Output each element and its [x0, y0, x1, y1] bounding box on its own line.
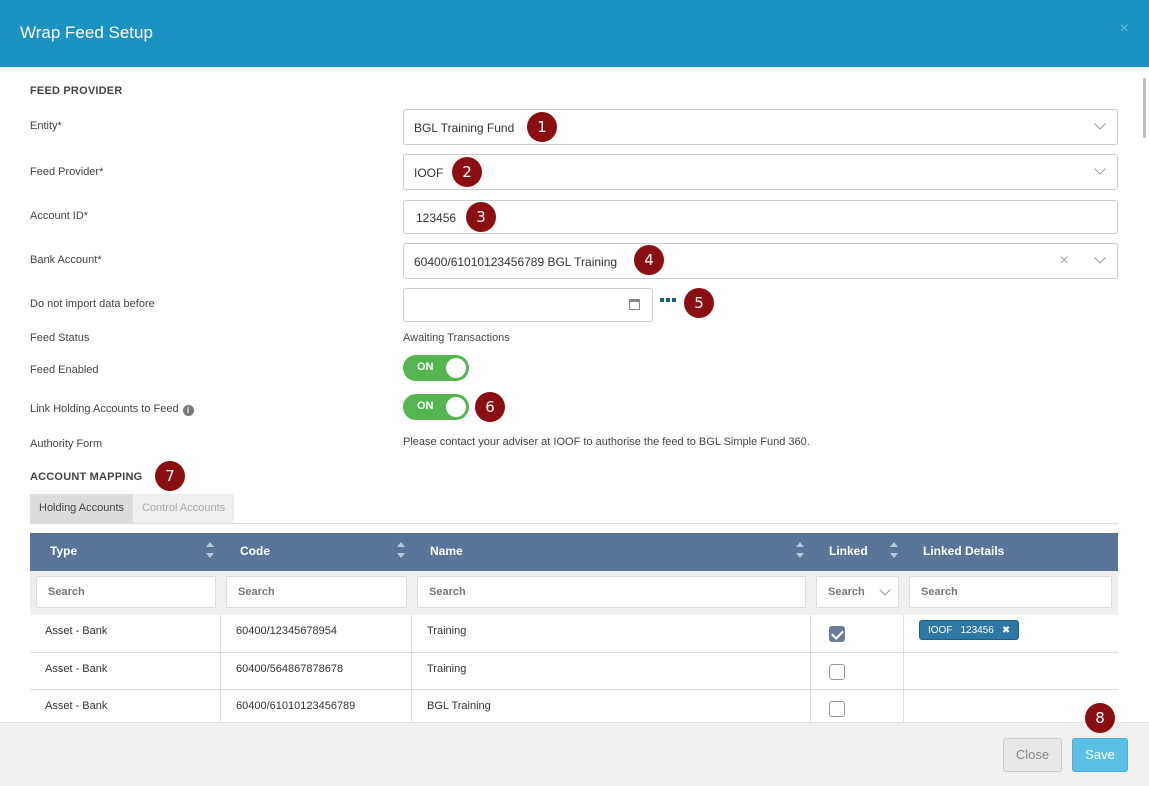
linked-checkbox[interactable]: [829, 664, 845, 680]
cell-name: Training: [412, 615, 811, 652]
linked-checkbox[interactable]: [829, 626, 845, 642]
toggle-state: ON: [417, 361, 434, 373]
code-search-input[interactable]: Search: [226, 576, 407, 608]
authority-form-text: Please contact your adviser at IOOF to a…: [403, 436, 810, 448]
cell-linked: [811, 653, 904, 689]
chevron-down-icon[interactable]: [1095, 120, 1105, 130]
account-id-input[interactable]: 123456: [403, 200, 1118, 234]
entity-select[interactable]: BGL Training Fund: [403, 109, 1118, 145]
callout-badge-5: 5: [684, 288, 714, 318]
toggle-state: ON: [417, 400, 434, 412]
table-row: Asset - Bank 60400/564867878678 Training: [30, 653, 1118, 690]
chevron-down-icon[interactable]: [1095, 254, 1105, 264]
entity-value: BGL Training Fund: [414, 121, 515, 135]
dialog-footer: Close Save: [0, 722, 1149, 786]
callout-badge-3: 3: [466, 202, 496, 232]
cell-name: BGL Training: [412, 690, 811, 722]
clear-icon[interactable]: ×: [1060, 252, 1069, 270]
authority-form-label: Authority Form: [30, 438, 103, 450]
feed-enabled-toggle[interactable]: ON: [403, 355, 469, 381]
chevron-down-icon[interactable]: [880, 586, 890, 596]
callout-badge-8: 8: [1085, 703, 1115, 733]
cell-linked-details: IOOF 123456 ✖: [904, 615, 1118, 652]
bank-account-label: Bank Account*: [30, 254, 102, 266]
import-before-label: Do not import data before: [30, 298, 155, 310]
link-holding-toggle[interactable]: ON: [403, 394, 469, 420]
account-id-value: 123456: [416, 211, 457, 225]
feed-provider-value: IOOF: [414, 166, 444, 180]
sort-icon[interactable]: [890, 542, 898, 560]
callout-badge-1: 1: [527, 112, 557, 142]
toggle-knob: [446, 397, 466, 417]
tab-control-accounts[interactable]: Control Accounts: [133, 494, 235, 523]
tab-divider: [30, 523, 1118, 524]
column-header-code[interactable]: Code: [240, 533, 270, 571]
mapping-tabs: Holding Accounts Control Accounts: [30, 494, 235, 523]
entity-label: Entity*: [30, 120, 62, 132]
import-before-date-input[interactable]: [403, 288, 653, 322]
cell-code: 60400/61010123456789: [221, 690, 412, 722]
bank-account-select[interactable]: 60400/61010123456789 BGL Training ×: [403, 243, 1118, 279]
cell-linked: [811, 690, 904, 722]
chevron-down-icon[interactable]: [1095, 165, 1105, 175]
sort-icon[interactable]: [796, 542, 804, 560]
calendar-icon[interactable]: [629, 299, 640, 310]
filter-row: Search Search Search Search Search: [30, 571, 1118, 615]
callout-badge-2: 2: [452, 157, 482, 187]
cell-code: 60400/12345678954: [221, 615, 412, 652]
table-row: Asset - Bank 60400/12345678954 Training …: [30, 615, 1118, 653]
linked-filter-value: Search: [828, 586, 865, 598]
feed-enabled-label: Feed Enabled: [30, 364, 99, 376]
name-search-input[interactable]: Search: [417, 576, 806, 608]
cell-type: Asset - Bank: [30, 653, 221, 689]
cell-type: Asset - Bank: [30, 690, 221, 722]
type-search-input[interactable]: Search: [36, 576, 216, 608]
feed-status-label: Feed Status: [30, 332, 90, 344]
column-header-linked-details: Linked Details: [923, 544, 1005, 558]
tag-account: 123456: [960, 624, 994, 636]
cell-code: 60400/564867878678: [221, 653, 412, 689]
bank-account-value: 60400/61010123456789 BGL Training: [414, 255, 618, 269]
sort-icon[interactable]: [397, 542, 405, 560]
dialog-header: Wrap Feed Setup ×: [0, 0, 1149, 67]
column-header-type[interactable]: Type: [50, 533, 77, 571]
close-icon[interactable]: ×: [1120, 20, 1129, 38]
account-id-label: Account ID*: [30, 210, 89, 222]
more-options-icon[interactable]: [660, 298, 676, 302]
save-button[interactable]: Save: [1072, 738, 1128, 772]
callout-badge-4: 4: [634, 245, 664, 275]
linked-filter-select[interactable]: Search: [816, 576, 899, 608]
cell-linked-details: [904, 653, 1118, 689]
feed-status-value: Awaiting Transactions: [403, 332, 510, 344]
feed-provider-label: Feed Provider*: [30, 166, 104, 178]
feed-provider-select[interactable]: IOOF: [403, 154, 1118, 190]
account-mapping-heading: ACCOUNT MAPPING: [30, 471, 143, 483]
tag-provider: IOOF: [928, 624, 953, 636]
toggle-knob: [446, 358, 466, 378]
column-header-name[interactable]: Name: [430, 533, 463, 571]
close-button[interactable]: Close: [1003, 738, 1062, 772]
feed-provider-heading: FEED PROVIDER: [30, 85, 123, 97]
table-header: Type Code Name Linked Linked Details: [30, 533, 1118, 571]
callout-badge-6: 6: [475, 392, 505, 422]
link-holding-label: Link Holding Accounts to Feed i: [30, 403, 194, 416]
info-icon[interactable]: i: [182, 405, 194, 416]
cell-linked: [811, 615, 904, 652]
table-row: Asset - Bank 60400/61010123456789 BGL Tr…: [30, 690, 1118, 722]
linked-checkbox[interactable]: [829, 701, 845, 717]
linked-detail-tag: IOOF 123456 ✖: [919, 620, 1020, 640]
details-search-input[interactable]: Search: [909, 576, 1112, 608]
dialog-title: Wrap Feed Setup: [20, 23, 153, 42]
scrollbar[interactable]: [1143, 78, 1146, 138]
callout-badge-7: 7: [155, 461, 185, 491]
cell-name: Training: [412, 653, 811, 689]
link-holding-label-text: Link Holding Accounts to Feed: [30, 403, 179, 415]
tab-holding-accounts[interactable]: Holding Accounts: [30, 494, 133, 523]
column-header-linked[interactable]: Linked: [829, 533, 868, 571]
sort-icon[interactable]: [206, 542, 214, 560]
remove-tag-icon[interactable]: ✖: [1002, 625, 1010, 636]
cell-type: Asset - Bank: [30, 615, 221, 652]
